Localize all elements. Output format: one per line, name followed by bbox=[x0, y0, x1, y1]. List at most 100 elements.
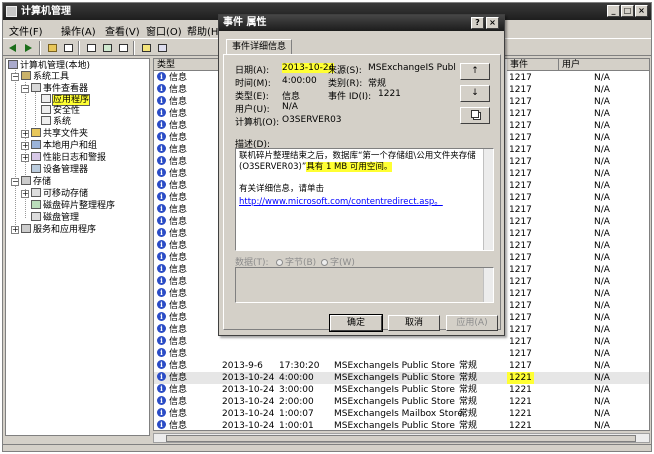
show-tree-icon[interactable] bbox=[61, 41, 75, 54]
cell-user: N/A bbox=[594, 265, 610, 275]
event-properties-dialog: 事件 属性 ? × 事件详细信息 日期(A): 2013-10-24 来源(S)… bbox=[218, 14, 505, 336]
tree-system-tools[interactable]: 系统工具 bbox=[21, 71, 69, 82]
console-icon[interactable] bbox=[155, 41, 169, 54]
tree-security[interactable]: 安全性 bbox=[41, 105, 80, 116]
tree-services-apps[interactable]: 服务和应用程序 bbox=[21, 224, 96, 235]
expand-shared-folders[interactable]: + bbox=[21, 130, 29, 138]
expand-perf-logs[interactable]: + bbox=[21, 154, 29, 162]
cancel-button[interactable]: 取消 bbox=[388, 315, 440, 331]
cell-type: 信息 bbox=[169, 229, 188, 239]
cell-source: MSExchangeIs Public Store bbox=[334, 373, 455, 383]
data-box bbox=[235, 267, 494, 303]
dialog-close-button[interactable]: × bbox=[486, 17, 499, 29]
cell-category: 常规 bbox=[459, 361, 478, 371]
info-icon: i bbox=[157, 144, 166, 153]
column-header-event[interactable]: 事件 bbox=[507, 59, 559, 71]
next-event-button[interactable]: ↓ bbox=[460, 85, 490, 102]
tree-perf-logs[interactable]: 性能日志和警报 bbox=[31, 152, 106, 163]
cell-event: 1217 bbox=[509, 301, 532, 311]
tree-defrag[interactable]: 磁盘碎片整理程序 bbox=[31, 200, 115, 211]
up-folder-icon[interactable] bbox=[45, 41, 59, 54]
tree-disk-management[interactable]: 磁盘管理 bbox=[31, 212, 79, 223]
copy-button[interactable] bbox=[460, 107, 490, 124]
forward-icon[interactable] bbox=[22, 41, 36, 54]
collapse-storage[interactable]: − bbox=[11, 178, 19, 186]
apply-button[interactable]: 应用(A) bbox=[446, 315, 498, 331]
column-header-type[interactable]: 类型 bbox=[154, 59, 222, 71]
refresh-icon[interactable] bbox=[116, 41, 130, 54]
tree-storage[interactable]: 存储 bbox=[21, 176, 51, 187]
menu-file[interactable]: 文件(F) bbox=[9, 23, 43, 38]
data-scrollbar[interactable] bbox=[483, 268, 493, 302]
cell-user: N/A bbox=[594, 253, 610, 263]
cell-category: 常规 bbox=[459, 373, 478, 383]
dialog-help-button[interactable]: ? bbox=[471, 17, 484, 29]
table-row[interactable]: i 信息 1217 N/A bbox=[154, 348, 649, 360]
ok-button[interactable]: 确定 bbox=[329, 314, 383, 332]
menu-window[interactable]: 窗口(O) bbox=[146, 23, 182, 38]
expand-services-apps[interactable]: + bbox=[11, 226, 19, 234]
horizontal-scrollbar[interactable] bbox=[153, 433, 650, 443]
previous-event-button[interactable]: ↑ bbox=[460, 63, 490, 80]
collapse-event-viewer[interactable]: − bbox=[21, 85, 29, 93]
info-icon: i bbox=[157, 360, 166, 369]
tree-shared-folders[interactable]: 共享文件夹 bbox=[31, 128, 88, 139]
close-button[interactable]: × bbox=[635, 5, 648, 17]
description-box[interactable]: 联机碎片整理结束之后，数据库“第一个存储组\公用文件夹存储(O3SERVER03… bbox=[235, 148, 494, 251]
cell-type: 信息 bbox=[169, 169, 188, 179]
cell-event: 1217 bbox=[509, 361, 532, 371]
column-header-user[interactable]: 用户 bbox=[559, 59, 649, 71]
info-icon: i bbox=[157, 300, 166, 309]
removable-storage-icon bbox=[31, 188, 41, 197]
cell-date: 2013-10-24 bbox=[222, 421, 275, 431]
table-row[interactable]: i 信息 1217 N/A bbox=[154, 336, 649, 348]
info-icon: i bbox=[157, 384, 166, 393]
tree-application[interactable]: 应用程序 bbox=[41, 94, 91, 106]
cell-source: MSExchangeIs Public Store bbox=[334, 385, 455, 395]
tree-local-users[interactable]: 本地用户和组 bbox=[31, 140, 97, 151]
table-row[interactable]: i 信息 2013-10-24 2:00:00 MSExchangeIs Public … bbox=[154, 396, 649, 408]
cell-event: 1217 bbox=[509, 109, 532, 119]
table-row[interactable]: i 信息 2013-10-24 1:00:07 MSExchangeIs Mailbox… bbox=[154, 408, 649, 420]
export-icon[interactable] bbox=[100, 41, 114, 54]
more-info-link[interactable]: http://www.microsoft.com/contentredirect… bbox=[239, 197, 490, 208]
help-icon[interactable] bbox=[139, 41, 153, 54]
tree-system[interactable]: 系统 bbox=[41, 116, 71, 127]
collapse-system-tools[interactable]: − bbox=[11, 73, 19, 81]
properties-icon[interactable] bbox=[84, 41, 98, 54]
cell-event: 1217 bbox=[509, 85, 532, 95]
cell-user: N/A bbox=[594, 121, 610, 131]
event-id-value: 1221 bbox=[378, 89, 401, 99]
minimize-button[interactable]: _ bbox=[607, 5, 620, 17]
tree-event-viewer[interactable]: 事件查看器 bbox=[31, 83, 88, 94]
expand-local-users[interactable]: + bbox=[21, 142, 29, 150]
tools-icon bbox=[21, 71, 31, 80]
tree-root[interactable]: 计算机管理(本地) bbox=[8, 60, 90, 71]
back-icon[interactable] bbox=[6, 41, 20, 54]
cell-type: 信息 bbox=[169, 157, 188, 167]
description-scrollbar[interactable] bbox=[483, 149, 493, 250]
tree-device-manager[interactable]: 设备管理器 bbox=[31, 164, 88, 175]
device-manager-icon bbox=[31, 164, 41, 173]
scrollbar-thumb[interactable] bbox=[166, 435, 636, 442]
info-icon: i bbox=[157, 336, 166, 345]
table-row[interactable]: i 信息 2013-10-24 3:00:00 MSExchangeIs Public … bbox=[154, 384, 649, 396]
menu-action[interactable]: 操作(A) bbox=[61, 23, 96, 38]
category-value: 常规 bbox=[368, 79, 387, 89]
cell-event: 1217 bbox=[509, 169, 532, 179]
cell-user: N/A bbox=[594, 145, 610, 155]
cell-user: N/A bbox=[594, 241, 610, 251]
tree-removable-storage[interactable]: 可移动存储 bbox=[31, 188, 88, 199]
maximize-button[interactable]: □ bbox=[621, 5, 634, 17]
cell-category: 常规 bbox=[459, 409, 478, 419]
table-row[interactable]: i 信息 2013-10-24 1:00:01 MSExchangeIs Public … bbox=[154, 420, 649, 431]
menu-view[interactable]: 查看(V) bbox=[105, 23, 140, 38]
table-row[interactable]: i 信息 2013-9-6 17:30:20 MSExchangeIs Public S… bbox=[154, 360, 649, 372]
services-icon bbox=[21, 224, 31, 233]
expand-removable-storage[interactable]: + bbox=[21, 190, 29, 198]
cell-user: N/A bbox=[594, 217, 610, 227]
cell-user: N/A bbox=[594, 409, 610, 419]
table-row[interactable]: i 信息 2013-10-24 4:00:00 MSExchangeIs Public … bbox=[154, 372, 649, 384]
dialog-title-bar[interactable]: 事件 属性 ? × bbox=[219, 15, 504, 31]
tab-event-details[interactable]: 事件详细信息 bbox=[226, 39, 292, 55]
